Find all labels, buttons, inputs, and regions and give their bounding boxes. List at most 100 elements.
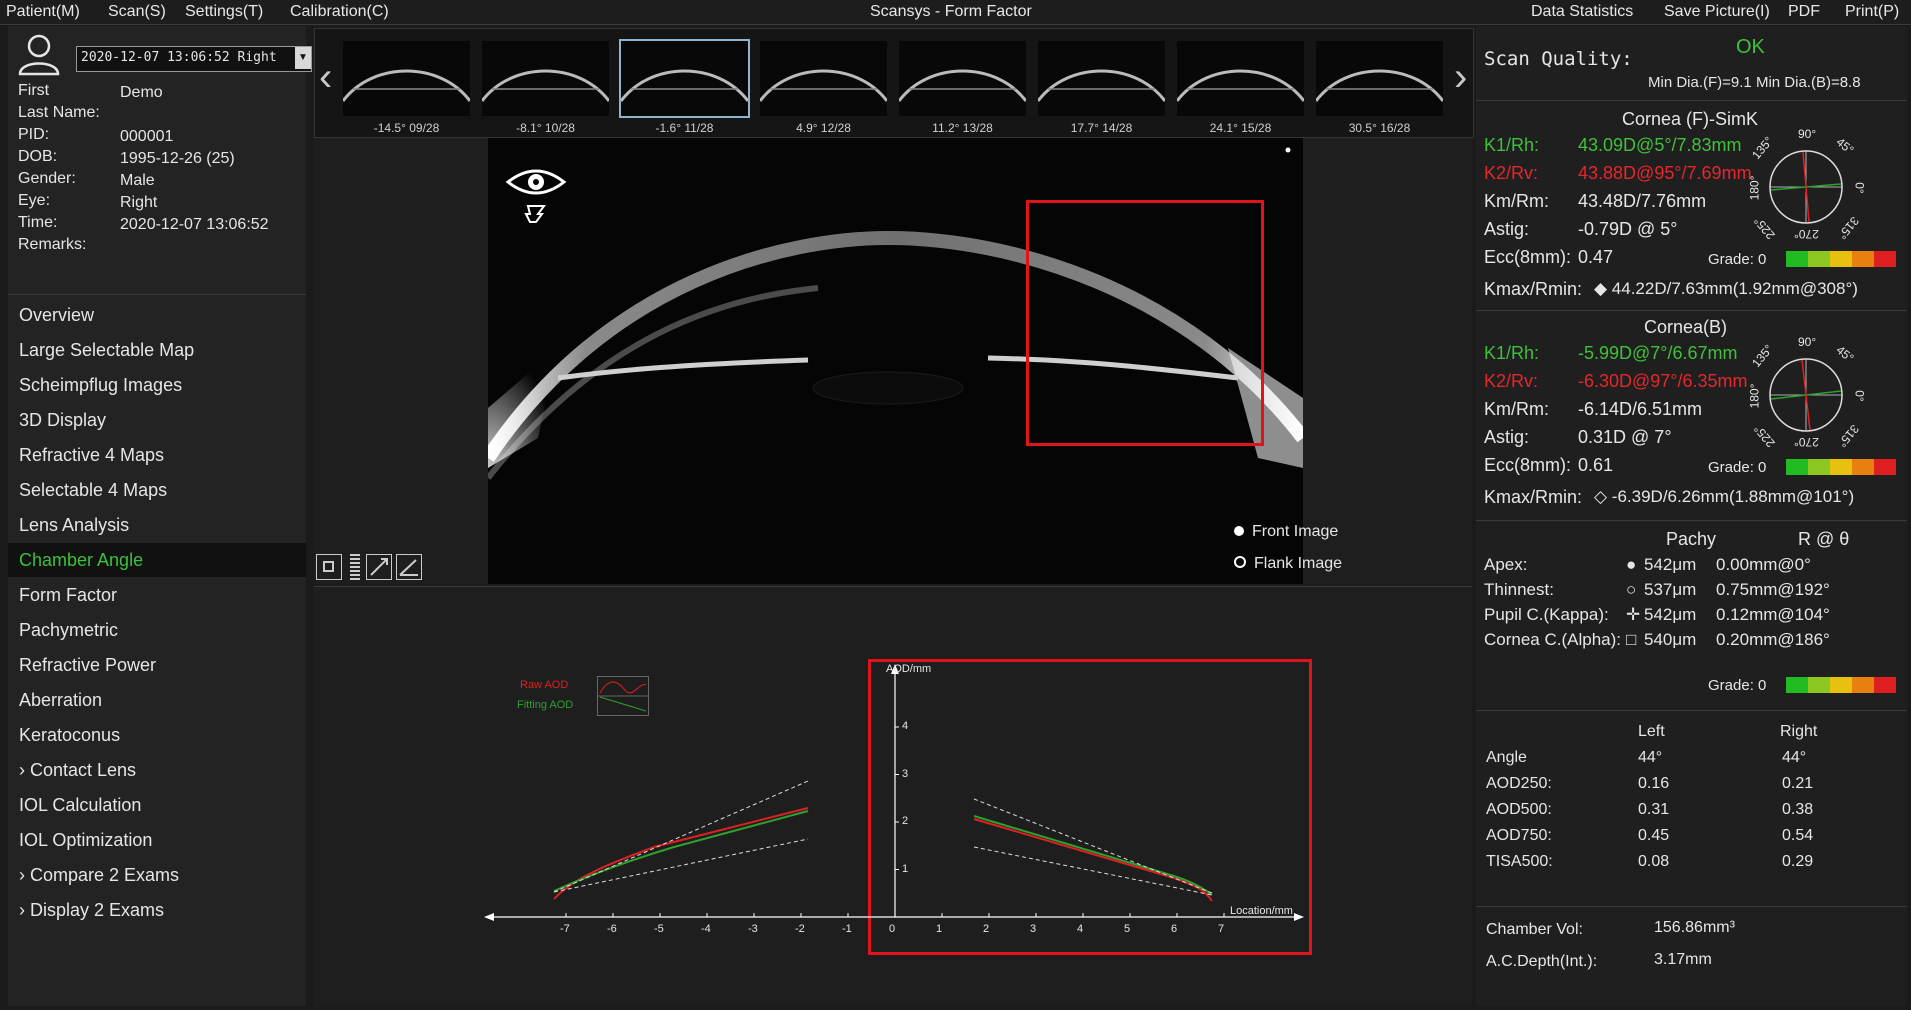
menu-pdf[interactable]: PDF [1788,3,1820,21]
menu-save-picture[interactable]: Save Picture(I) [1664,3,1770,21]
menu-settings[interactable]: Settings(T) [185,3,263,21]
back-axis-180: 180° [1747,383,1762,409]
sidebar-item[interactable]: Chamber Angle [8,543,306,577]
sidebar-item[interactable]: Overview [8,298,306,332]
sidebar-item[interactable]: Scheimpflug Images [8,368,306,402]
scheimpflug-thumbnail[interactable] [1175,41,1306,116]
front-k2-value: 43.88D@95°/7.69mm [1578,163,1752,183]
r-theta-value: 0.20mm@186° [1716,630,1830,649]
user-icon [16,30,62,76]
sidebar-item[interactable]: Large Selectable Map [8,333,306,367]
angle-left-value: 0.08 [1638,853,1670,870]
sidebar-item[interactable]: Pachymetric [8,613,306,647]
scheimpflug-image[interactable] [482,138,1309,584]
patient-field-label: Remarks: [18,236,87,253]
back-kmax-value: ◇ -6.39D/6.26mm(1.88mm@101°) [1594,487,1855,506]
scheimpflug-thumbnail[interactable] [341,41,472,116]
back-k2-label: K2/Rv: [1484,371,1539,391]
front-axis-270: 270° [1794,227,1819,241]
fit-view-icon[interactable] [316,554,342,580]
angle-row-label: AOD500: [1486,801,1552,818]
sidebar-item[interactable]: Selectable 4 Maps [8,473,306,507]
sidebar-item[interactable]: 3D Display [8,403,306,437]
angle-col-left: Left [1638,723,1665,740]
r-theta-value: 0.00mm@0° [1716,555,1811,574]
right-panel: Scan Quality: OK Min Dia.(F)=9.1 Min Dia… [1476,26,1907,1006]
chamber-volume-section: Chamber Vol: 156.86mm³ A.C.Depth(Int.): … [1476,906,1907,1007]
back-k1-value: -5.99D@7°/6.67mm [1578,343,1738,363]
sidebar-item[interactable]: Lens Analysis [8,508,306,542]
pachy-row-label: Thinnest: [1484,580,1554,599]
patient-field-value: Right [120,194,158,211]
thumbnail-caption: 17.7° 14/28 [1070,121,1133,135]
pachy-value: 540μm [1644,630,1697,649]
chevron-right-icon[interactable]: › [1454,55,1467,100]
highlight-box-image [1026,200,1264,446]
front-ecc-label: Ecc(8mm): [1484,247,1571,267]
scheimpflug-thumbnail[interactable] [897,41,1028,116]
x-tick-label: 6 [1171,923,1178,935]
pachy-value: 542μm [1644,605,1697,624]
flank-image-label: Flank Image [1254,555,1343,572]
pachy-symbol-icon: ✛ [1626,605,1641,624]
scheimpflug-thumbnail[interactable] [619,39,750,118]
sidebar-item[interactable]: Refractive Power [8,648,306,682]
aod-chart [484,664,1304,921]
sidebar-item[interactable]: › Compare 2 Exams [8,858,306,892]
sidebar-item[interactable]: › Contact Lens [8,753,306,787]
pachy-value: 537μm [1644,580,1697,599]
front-grade: Grade: 0 [1708,251,1767,268]
thumbnail-caption: -8.1° 10/28 [516,121,575,135]
divider [8,294,306,295]
front-grade-bar [1786,251,1896,267]
x-tick-label: 1 [936,923,943,935]
front-image-option[interactable]: Front Image [1234,523,1338,541]
chamber-angle-section: Left Right Angle 44° 44° AOD250: 0.16 0.21 AOD… [1476,710,1907,901]
x-tick-label: 0 [889,923,896,935]
y-tick-label: 2 [902,815,909,827]
thumbnail-caption: 30.5° 16/28 [1348,121,1411,135]
exam-select[interactable]: 2020-12-07 13:06:52 Right ▼ [76,46,312,72]
sidebar-item[interactable]: Form Factor [8,578,306,612]
patient-field-label: Time: [18,214,58,231]
x-tick-label: -2 [795,923,805,935]
pachy-grade: Grade: 0 [1708,677,1767,694]
sidebar-item[interactable]: Refractive 4 Maps [8,438,306,472]
x-tick-label: -3 [748,923,758,935]
front-kmax-label: Kmax/Rmin: [1484,279,1583,299]
scheimpflug-thumbnail[interactable] [1314,41,1445,116]
menu-calibration[interactable]: Calibration(C) [290,3,389,21]
angle-right-value: 0.54 [1782,827,1814,844]
grip-icon[interactable] [350,554,360,580]
sidebar-item[interactable]: Keratoconus [8,718,306,752]
front-km-label: Km/Rm: [1484,191,1549,211]
aod-graph-area: Raw AOD Fitting AOD AOD/mm Location/mm -… [314,586,1472,1007]
scheimpflug-thumbnail[interactable] [758,41,889,116]
right-raw-aod-line [973,818,1213,902]
front-astig-value: -0.79D @ 5° [1578,219,1678,239]
scheimpflug-thumbnail[interactable] [480,41,611,116]
sidebar-item[interactable]: › Display 2 Exams [8,893,306,927]
menu-patient[interactable]: Patient(M) [6,3,80,21]
sidebar-item[interactable]: Aberration [8,683,306,717]
pachy-symbol-icon: ○ [1626,580,1637,599]
min-diameter: Min Dia.(F)=9.1 Min Dia.(B)=8.8 [1648,74,1861,91]
chevron-left-icon[interactable]: ‹ [319,55,332,100]
flank-image-option[interactable]: Flank Image [1234,555,1342,573]
pachy-col-header: Pachy [1666,529,1717,549]
eye-icon[interactable] [505,160,567,230]
scheimpflug-thumbnail[interactable] [1036,41,1167,116]
angle-right-value: 0.38 [1782,801,1814,818]
patient-field-value: 2020-12-07 13:06:52 [120,216,269,233]
left-panel: 2020-12-07 13:06:52 Right ▼ First Demo Las… [8,26,312,1006]
menu-data-statistics[interactable]: Data Statistics [1531,3,1633,21]
menu-print[interactable]: Print(P) [1845,3,1899,21]
chevron-down-icon[interactable]: ▼ [295,47,311,69]
r-theta-value: 0.75mm@192° [1716,580,1830,599]
thumbnail-caption: -14.5° 09/28 [373,121,440,135]
sidebar-item[interactable]: IOL Calculation [8,788,306,822]
angle-tool-icon[interactable] [396,554,422,580]
sidebar-item[interactable]: IOL Optimization [8,823,306,857]
measure-line-icon[interactable] [366,554,392,580]
menu-scan[interactable]: Scan(S) [108,3,166,21]
